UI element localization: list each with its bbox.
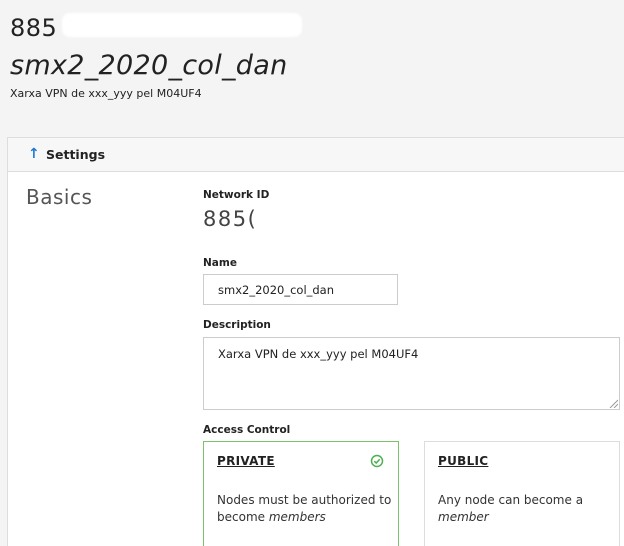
settings-section-toggle[interactable]: ↑ Settings xyxy=(7,137,624,172)
public-description: Any node can become a member xyxy=(438,493,584,524)
name-input[interactable] xyxy=(203,274,398,305)
private-access-option[interactable]: PRIVATE Nodes must be authorized to beco… xyxy=(203,441,399,546)
settings-label: Settings xyxy=(46,147,106,162)
public-access-option[interactable]: PUBLIC Any node can become a member xyxy=(424,441,620,546)
description-label: Description xyxy=(203,319,271,331)
network-name-title: smx2_2020_col_dan xyxy=(10,50,288,81)
network-description-subtitle: Xarxa VPN de xxx_yyy pel M04UF4 xyxy=(10,87,202,100)
public-title: PUBLIC xyxy=(438,454,489,468)
name-label: Name xyxy=(203,257,237,269)
redaction-mark xyxy=(262,203,484,233)
resize-handle-icon[interactable] xyxy=(608,398,618,408)
private-title: PRIVATE xyxy=(217,454,275,468)
description-textarea[interactable]: Xarxa VPN de xxx_yyy pel M04UF4 xyxy=(203,337,620,410)
access-control-label: Access Control xyxy=(203,424,291,436)
network-id-heading: 885 xyxy=(10,14,58,42)
network-id-value: 885( xyxy=(203,207,258,231)
private-description: Nodes must be authorized to become membe… xyxy=(217,493,392,524)
basics-heading: Basics xyxy=(26,185,93,209)
check-circle-icon xyxy=(370,454,384,468)
network-id-label: Network ID xyxy=(203,189,270,201)
up-arrow-icon: ↑ xyxy=(28,146,40,162)
redaction-mark xyxy=(62,13,302,37)
